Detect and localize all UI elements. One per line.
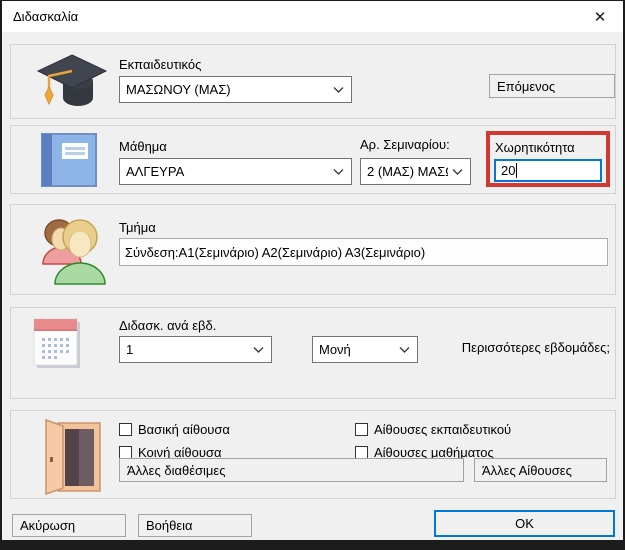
book-icon <box>40 132 100 188</box>
teacher-combobox-value: ΜΑΣΩΝΟΥ (ΜΑΣ) <box>126 82 351 97</box>
lessons-per-week-combobox[interactable]: 1 <box>119 336 272 363</box>
lessons-per-week-label: Διδασκ. ανά εβδ. <box>119 318 216 333</box>
lessons-per-week-value: 1 <box>126 342 271 357</box>
capacity-label: Χωρητικότητα <box>495 140 575 155</box>
basic-room-label: Βασική αίθουσα <box>138 422 230 437</box>
close-icon[interactable]: ✕ <box>583 1 617 32</box>
class-field-value: Σύνδεση:Α1(Σεμινάριο) Α2(Σεμινάριο) Α3(Σ… <box>125 245 425 260</box>
other-rooms-button[interactable]: Άλλες Αίθουσες <box>474 458 607 482</box>
subject-label: Μάθημα <box>119 139 167 154</box>
chevron-down-icon <box>253 346 264 353</box>
seminar-number-value: 2 (ΜΑΣ) ΜΑΣΩΝΟΥ <box>367 164 448 179</box>
teacher-label: Εκπαιδευτικός <box>119 57 201 72</box>
dialog-title: Διδασκαλία <box>13 9 78 24</box>
checkbox-row-teacher-rooms: Αίθουσες εκπαιδευτικού <box>355 422 511 437</box>
capacity-value: 20 <box>501 163 515 178</box>
seminar-number-label: Αρ. Σεμιναρίου: <box>360 137 450 152</box>
teacher-combobox[interactable]: ΜΑΣΩΝΟΥ (ΜΑΣ) <box>119 76 352 103</box>
seminar-number-combobox[interactable]: 2 (ΜΑΣ) ΜΑΣΩΝΟΥ <box>360 158 471 185</box>
capacity-input[interactable]: 20 <box>494 159 602 182</box>
titlebar: Διδασκαλία ✕ <box>2 1 623 32</box>
week-type-combobox[interactable]: Μονή <box>312 336 418 363</box>
teacher-rooms-label: Αίθουσες εκπαιδευτικού <box>374 422 511 437</box>
calendar-icon <box>32 317 82 371</box>
chevron-down-icon <box>333 168 344 175</box>
chevron-down-icon <box>452 168 463 175</box>
more-weeks-link[interactable]: Περισσότερες εβδομάδες; <box>462 340 610 355</box>
graduation-cap-icon <box>34 53 108 115</box>
chevron-down-icon <box>333 86 344 93</box>
door-icon <box>40 419 104 495</box>
next-teacher-button[interactable]: Επόμενος <box>489 74 615 98</box>
text-caret <box>516 163 517 178</box>
checkbox-row-basic-room: Βασική αίθουσα <box>119 422 230 437</box>
other-available-button[interactable]: Άλλες διαθέσιμες <box>119 458 464 482</box>
class-label: Τμήμα <box>119 220 156 235</box>
subject-combobox-value: ΑΛΓΕΥΡΑ <box>126 164 351 179</box>
teaching-dialog: Διδασκαλία ✕ Εκπαιδευτικός ΜΑΣΩΝΟΥ (ΜΑΣ)… <box>2 1 623 540</box>
cancel-button[interactable]: Ακύρωση <box>12 514 126 537</box>
ok-button[interactable]: OK <box>434 510 615 537</box>
class-field[interactable]: Σύνδεση:Α1(Σεμινάριο) Α2(Σεμινάριο) Α3(Σ… <box>119 238 608 266</box>
chevron-down-icon <box>399 346 410 353</box>
basic-room-checkbox[interactable] <box>119 423 132 436</box>
students-icon <box>35 212 111 290</box>
subject-combobox[interactable]: ΑΛΓΕΥΡΑ <box>119 158 352 185</box>
teacher-rooms-checkbox[interactable] <box>355 423 368 436</box>
help-button[interactable]: Βοήθεια <box>138 514 252 537</box>
